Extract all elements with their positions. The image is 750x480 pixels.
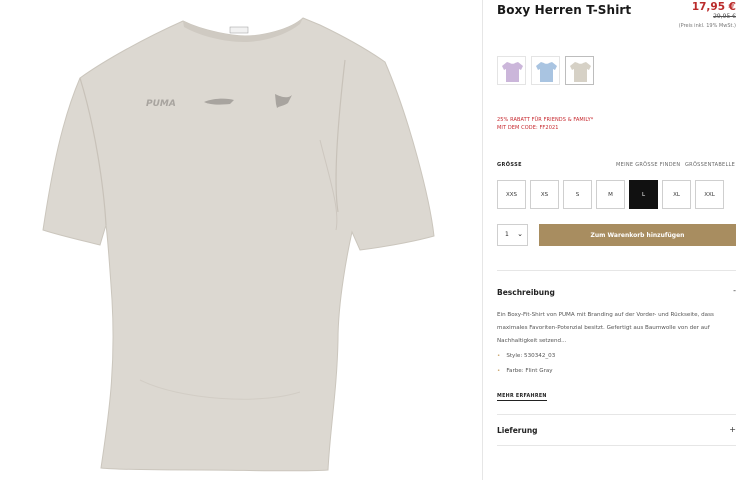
- divider: [497, 414, 736, 415]
- quantity-select[interactable]: 1 ⌄: [497, 224, 528, 246]
- product-image[interactable]: PUMA: [0, 0, 482, 480]
- list-item: • Style: 530342_03: [497, 353, 555, 359]
- vat-note: (Preis inkl. 19% MwSt.): [678, 23, 736, 29]
- sale-price: 17,95 €: [691, 1, 736, 13]
- promo-text: 25% RABATT FÜR FRIENDS & FAMILY* MIT DEM…: [497, 116, 593, 132]
- svg-text:PUMA: PUMA: [146, 99, 176, 109]
- read-more-link[interactable]: MEHR ERFAHREN: [497, 394, 547, 401]
- size-option[interactable]: XL: [662, 180, 691, 209]
- divider: [482, 0, 483, 480]
- collapse-icon[interactable]: -: [733, 286, 736, 295]
- size-option[interactable]: XS: [530, 180, 559, 209]
- size-option[interactable]: S: [563, 180, 592, 209]
- chevron-down-icon: ⌄: [517, 230, 523, 238]
- swatch-light-blue[interactable]: [531, 56, 560, 85]
- description-text: Ein Boxy-Fit-Shirt von PUMA mit Branding…: [497, 312, 714, 344]
- quantity-value: 1: [505, 231, 509, 238]
- mini-shirt-icon: [536, 62, 557, 82]
- mini-shirt-icon: [502, 62, 523, 82]
- product-title: Boxy Herren T-Shirt: [497, 3, 632, 17]
- find-my-size-link[interactable]: MEINE GRÖSSE FINDEN: [616, 162, 680, 168]
- original-price: 29,95 €: [713, 13, 736, 20]
- promo-code: MIT DEM CODE: FF2021: [497, 125, 559, 131]
- description-heading[interactable]: Beschreibung: [497, 288, 555, 297]
- swatch-flint-gray[interactable]: [565, 56, 594, 85]
- delivery-heading[interactable]: Lieferung: [497, 426, 538, 435]
- size-chart-link[interactable]: GRÖSSENTABELLE: [685, 162, 735, 168]
- mini-shirt-icon: [570, 62, 591, 82]
- product-detail-panel: Boxy Herren T-Shirt 17,95 € 29,95 € (Pre…: [482, 0, 750, 480]
- divider: [497, 445, 736, 446]
- tshirt-illustration: PUMA: [42, 17, 435, 472]
- size-option-selected[interactable]: L: [629, 180, 658, 209]
- size-option[interactable]: M: [596, 180, 625, 209]
- color-name: Farbe: Flint Gray: [506, 368, 553, 374]
- add-to-cart-button[interactable]: Zum Warenkorb hinzufügen: [539, 224, 736, 246]
- size-option[interactable]: XXL: [695, 180, 724, 209]
- style-number: Style: 530342_03: [506, 353, 556, 359]
- size-label: GRÖSSE: [497, 162, 522, 168]
- expand-icon[interactable]: +: [729, 425, 736, 434]
- swatch-lavender[interactable]: [497, 56, 526, 85]
- size-option[interactable]: XXS: [497, 180, 526, 209]
- list-item: • Farbe: Flint Gray: [497, 368, 553, 374]
- bullet-icon: •: [497, 353, 501, 359]
- promo-line-1: 25% RABATT FÜR FRIENDS & FAMILY*: [497, 117, 594, 123]
- bullet-icon: •: [497, 368, 501, 374]
- divider: [497, 270, 736, 271]
